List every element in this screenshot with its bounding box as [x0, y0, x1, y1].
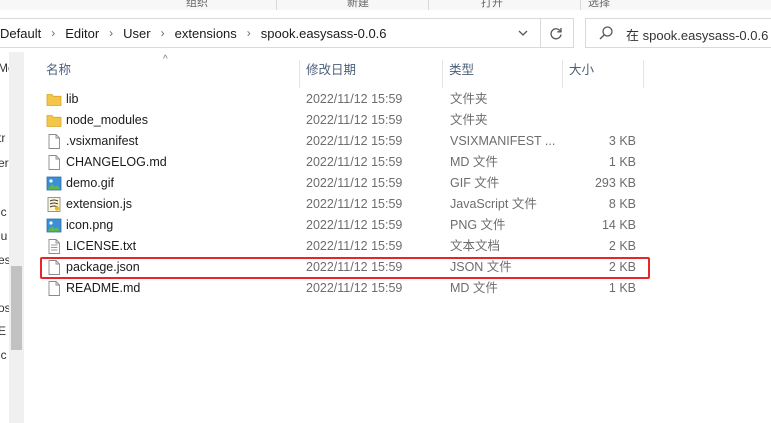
file-size: 293 KB: [594, 176, 636, 190]
nav-item[interactable]: ic: [0, 205, 7, 219]
column-header-size[interactable]: 大小: [563, 60, 643, 88]
column-header-type[interactable]: 类型: [443, 60, 561, 88]
file-row-changelog[interactable]: CHANGELOG.md 2022/11/12 15:59 MD 文件 1 KB: [44, 152, 644, 173]
ribbon-divider: [428, 0, 429, 10]
image-icon: [46, 176, 62, 191]
file-row-vsixmanifest[interactable]: .vsixmanifest 2022/11/12 15:59 VSIXMANIF…: [44, 131, 644, 152]
file-type: JavaScript 文件: [450, 197, 537, 211]
file-size: 8 KB: [608, 197, 636, 211]
nav-item[interactable]: tr: [0, 131, 5, 145]
file-size: 2 KB: [608, 239, 636, 253]
file-row-license[interactable]: LICENSE.txt 2022/11/12 15:59 文本文档 2 KB: [44, 236, 644, 257]
file-icon: [48, 281, 60, 296]
file-size: 1 KB: [608, 281, 636, 295]
file-date: 2022/11/12 15:59: [306, 134, 403, 148]
column-header-row: ^ 名称 修改日期 类型 大小: [0, 54, 771, 88]
chevron-right-icon[interactable]: ›: [51, 26, 55, 40]
nav-item[interactable]: lc: [0, 348, 7, 362]
file-size: [584, 110, 636, 131]
breadcrumb: Default › Editor › User › extensions › s…: [0, 19, 387, 47]
file-name: LICENSE.txt: [66, 239, 137, 253]
nav-item[interactable]: er: [0, 156, 9, 170]
file-row-extension-js[interactable]: extension.js 2022/11/12 15:59 JavaScript…: [44, 194, 644, 215]
file-date: 2022/11/12 15:59: [306, 113, 403, 127]
file-date: 2022/11/12 15:59: [306, 239, 403, 253]
file-date: 2022/11/12 15:59: [306, 218, 403, 232]
file-type: GIF 文件: [450, 176, 500, 190]
file-size: 1 KB: [608, 155, 636, 169]
search-box[interactable]: 在 spook.easysass-0.0.6 ...: [585, 18, 771, 48]
breadcrumb-user[interactable]: User: [123, 26, 150, 41]
file-row-node-modules[interactable]: node_modules 2022/11/12 15:59 文件夹: [44, 110, 644, 131]
file-date: 2022/11/12 15:59: [306, 92, 403, 106]
file-size: 14 KB: [601, 218, 636, 232]
search-icon: [599, 26, 613, 40]
file-name: node_modules: [66, 113, 149, 127]
file-type: 文件夹: [450, 92, 488, 106]
file-row-readme[interactable]: README.md 2022/11/12 15:59 MD 文件 1 KB: [44, 278, 644, 299]
file-type: VSIXMANIFEST ...: [450, 134, 556, 148]
file-size: [584, 89, 636, 110]
text-file-icon: [48, 239, 60, 254]
column-divider[interactable]: [643, 60, 644, 88]
ribbon-open[interactable]: 打开: [481, 0, 503, 10]
file-name: lib: [66, 92, 79, 106]
search-input[interactable]: 在 spook.easysass-0.0.6 ...: [626, 25, 771, 44]
breadcrumb-default[interactable]: Default: [0, 26, 41, 41]
chevron-right-icon[interactable]: ›: [247, 26, 251, 40]
file-type: MD 文件: [450, 281, 498, 295]
file-name: README.md: [66, 281, 141, 295]
file-type: 文件夹: [450, 113, 488, 127]
file-name: .vsixmanifest: [66, 134, 139, 148]
column-header-name[interactable]: 名称: [40, 60, 298, 88]
file-row-lib[interactable]: lib 2022/11/12 15:59 文件夹: [44, 89, 644, 110]
ribbon-new[interactable]: 新建: [347, 0, 369, 10]
file-type: MD 文件: [450, 155, 498, 169]
ribbon-organize[interactable]: 组织: [186, 0, 208, 10]
file-name: icon.png: [66, 218, 114, 232]
breadcrumb-current-folder[interactable]: spook.easysass-0.0.6: [261, 26, 387, 41]
file-icon: [48, 134, 60, 149]
folder-icon: [46, 94, 62, 106]
chevron-right-icon[interactable]: ›: [161, 26, 165, 40]
chevron-down-icon[interactable]: [516, 26, 530, 40]
file-date: 2022/11/12 15:59: [306, 281, 403, 295]
navigation-pane: Me tr er ic lu es os E lc: [0, 52, 9, 423]
ribbon-strip: 组织 新建 打开 选择: [0, 0, 771, 10]
file-date: 2022/11/12 15:59: [306, 176, 403, 190]
file-row-demo-gif[interactable]: demo.gif 2022/11/12 15:59 GIF 文件 293 KB: [44, 173, 644, 194]
file-icon: [48, 155, 60, 170]
ribbon-select[interactable]: 选择: [588, 0, 610, 10]
file-name: CHANGELOG.md: [66, 155, 167, 169]
file-name: demo.gif: [66, 176, 114, 190]
file-date: 2022/11/12 15:59: [306, 155, 403, 169]
nav-item[interactable]: os: [0, 301, 9, 315]
chevron-right-icon[interactable]: ›: [109, 26, 113, 40]
file-row-icon-png[interactable]: icon.png 2022/11/12 15:59 PNG 文件 14 KB: [44, 215, 644, 236]
file-size: 3 KB: [608, 134, 636, 148]
file-name: extension.js: [66, 197, 133, 211]
nav-item[interactable]: E: [0, 324, 6, 338]
scrollbar-thumb[interactable]: [11, 266, 22, 350]
file-type: 文本文档: [450, 239, 501, 253]
file-type: PNG 文件: [450, 218, 506, 232]
breadcrumb-editor[interactable]: Editor: [65, 26, 99, 41]
script-icon: [47, 197, 61, 212]
breadcrumb-extensions[interactable]: extensions: [175, 26, 237, 41]
nav-item[interactable]: es: [0, 253, 9, 267]
ribbon-divider: [276, 0, 277, 10]
navigation-scrollbar[interactable]: [9, 52, 24, 423]
address-divider: [540, 19, 541, 47]
address-bar[interactable]: Default › Editor › User › extensions › s…: [0, 18, 574, 48]
file-date: 2022/11/12 15:59: [306, 197, 403, 211]
image-icon: [46, 218, 62, 233]
folder-icon: [46, 115, 62, 127]
ribbon-divider: [580, 0, 581, 10]
refresh-icon[interactable]: [548, 25, 564, 41]
nav-item[interactable]: lu: [0, 229, 7, 243]
highlight-annotation-box: [40, 257, 650, 279]
column-header-date[interactable]: 修改日期: [300, 60, 442, 88]
